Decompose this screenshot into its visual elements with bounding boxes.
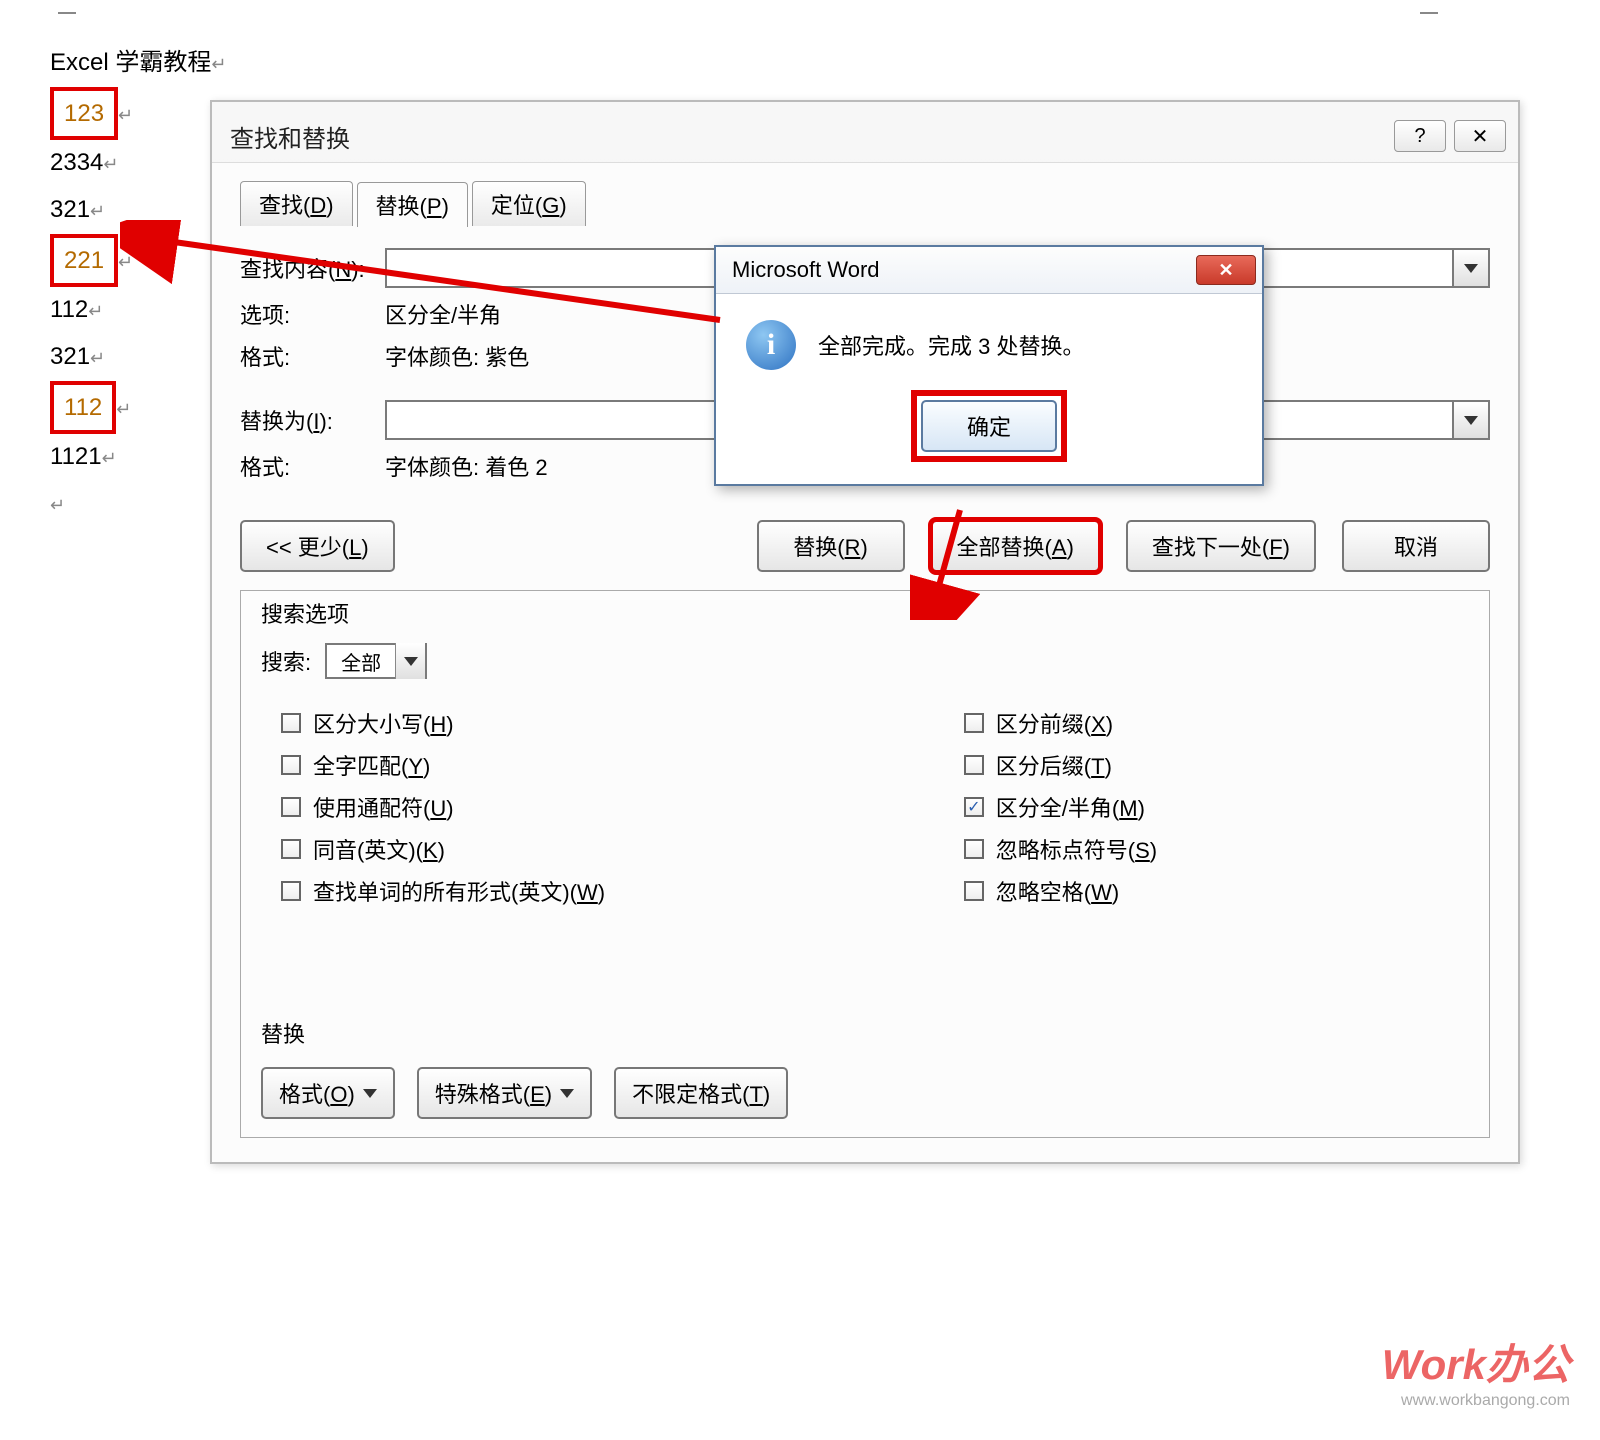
messagebox-close-button[interactable]: ✕ [1196, 255, 1256, 285]
check-ignore-space[interactable]: 忽略空格(W) [964, 875, 1469, 907]
special-dropdown-button[interactable]: 特殊格式(E) [417, 1067, 592, 1119]
tab-find[interactable]: 查找(D) [240, 181, 353, 226]
chevron-down-icon [1464, 264, 1478, 273]
page-corner-right [1420, 12, 1438, 14]
cancel-button[interactable]: 取消 [1342, 520, 1490, 572]
find-next-button[interactable]: 查找下一处(F) [1126, 520, 1316, 572]
doc-line-7: 1121 [50, 434, 102, 479]
check-word-forms[interactable]: 查找单词的所有形式(英文)(W) [281, 875, 944, 907]
find-format-value: 字体颜色: 紫色 [385, 340, 685, 372]
find-what-label: 查找内容(N): [240, 252, 385, 284]
check-wildcards[interactable]: 使用通配符(U) [281, 791, 944, 823]
options-value: 区分全/半角 [385, 298, 685, 330]
tab-goto[interactable]: 定位(G) [472, 181, 586, 226]
search-direction-select[interactable]: 全部 [325, 643, 427, 679]
chevron-down-icon [1464, 416, 1478, 425]
search-options-group: 搜索选项 搜索: 全部 区分大小写(H) 全字匹配(Y) 使用通配符(U) 同音… [240, 590, 1490, 1138]
dialog-titlebar[interactable]: 查找和替换 ? ✕ [212, 102, 1518, 162]
find-what-dropdown[interactable] [1454, 248, 1490, 288]
check-prefix[interactable]: 区分前缀(X) [964, 707, 1469, 739]
search-direction-label: 搜索: [261, 645, 311, 677]
replace-with-label: 替换为(I): [240, 404, 385, 436]
watermark: Work办公 www.workbangong.com [1382, 1331, 1570, 1410]
dialog-title: 查找和替换 [230, 119, 1386, 154]
messagebox: Microsoft Word ✕ i 全部完成。完成 3 处替换。 确定 [714, 245, 1264, 486]
check-suffix[interactable]: 区分后缀(T) [964, 749, 1469, 781]
chevron-down-icon [560, 1089, 574, 1098]
doc-line-1: 2334 [50, 140, 103, 185]
replace-format-value: 字体颜色: 着色 2 [385, 450, 685, 482]
less-button[interactable]: << 更少(L) [240, 520, 395, 572]
dialog-tabs: 查找(D) 替换(P) 定位(G) [240, 181, 1490, 226]
info-icon: i [746, 320, 796, 370]
check-whole-word[interactable]: 全字匹配(Y) [281, 749, 944, 781]
help-button[interactable]: ? [1394, 120, 1446, 152]
chevron-down-icon [404, 657, 418, 666]
replace-with-dropdown[interactable] [1454, 400, 1490, 440]
doc-line-5: 321 [50, 334, 90, 379]
doc-line-4: 112 [50, 287, 88, 332]
tab-replace[interactable]: 替换(P) [357, 182, 468, 227]
replace-all-button[interactable]: 全部替换(A) [931, 520, 1100, 572]
replace-section-title: 替换 [261, 1017, 1469, 1049]
check-sounds-like[interactable]: 同音(英文)(K) [281, 833, 944, 865]
options-label: 选项: [240, 298, 385, 330]
format-dropdown-button[interactable]: 格式(O) [261, 1067, 395, 1119]
check-full-half[interactable]: ✓区分全/半角(M) [964, 791, 1469, 823]
check-ignore-punct[interactable]: 忽略标点符号(S) [964, 833, 1469, 865]
doc-line-0: 123 [50, 87, 118, 140]
chevron-down-icon [363, 1089, 377, 1098]
doc-line-3: 221 [50, 234, 118, 287]
document-body: Excel 学霸教程↵ 123↵ 2334↵ 321↵ 221↵ 112↵ 32… [50, 40, 226, 528]
check-match-case[interactable]: 区分大小写(H) [281, 707, 944, 739]
no-format-button[interactable]: 不限定格式(T) [614, 1067, 788, 1119]
ok-button-highlight: 确定 [911, 390, 1067, 462]
find-format-label: 格式: [240, 340, 385, 372]
replace-format-label: 格式: [240, 450, 385, 482]
page-corner-left [58, 12, 76, 14]
replace-button[interactable]: 替换(R) [757, 520, 905, 572]
doc-title: Excel 学霸教程↵ [50, 40, 226, 87]
close-button[interactable]: ✕ [1454, 120, 1506, 152]
doc-line-2: 321 [50, 187, 90, 232]
messagebox-text: 全部完成。完成 3 处替换。 [818, 329, 1084, 361]
ok-button[interactable]: 确定 [921, 400, 1057, 452]
doc-line-6: 112 [50, 381, 116, 434]
search-options-title: 搜索选项 [255, 597, 355, 629]
messagebox-title: Microsoft Word [732, 257, 1196, 283]
messagebox-titlebar[interactable]: Microsoft Word ✕ [716, 247, 1262, 294]
